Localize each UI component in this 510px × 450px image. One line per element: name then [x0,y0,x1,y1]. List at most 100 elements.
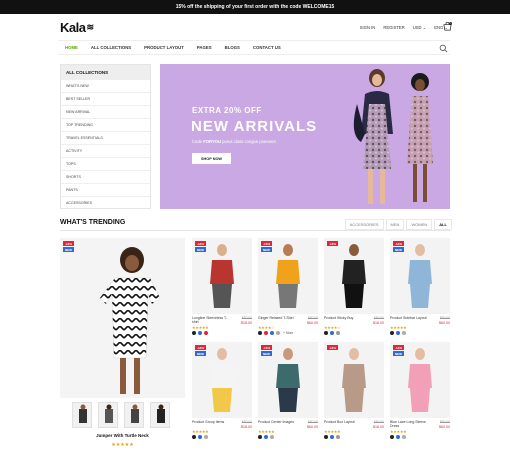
category-item-new-arrival[interactable]: NEW ARRIVAL [61,105,150,118]
color-swatch[interactable] [270,435,274,439]
nav-pages[interactable]: PAGES [197,45,212,50]
product-image[interactable]: -13% NEW [258,342,318,418]
product-image[interactable]: -13% NEW [390,342,450,418]
thumbnail[interactable] [150,402,170,428]
color-swatch[interactable] [204,435,208,439]
announcement-text: 15% off the shipping of your first order… [175,4,335,10]
color-swatch[interactable] [198,331,202,335]
color-swatch[interactable] [330,435,334,439]
color-swatch[interactable] [192,331,196,335]
product-image[interactable]: -13% NEW [192,238,252,314]
category-item-best-seller[interactable]: BEST SELLER [61,92,150,105]
color-swatch[interactable] [198,435,202,439]
hero-code: FORYOU [203,139,221,144]
thumbnail[interactable] [124,402,144,428]
tab-men[interactable]: MEN [385,219,405,230]
category-item-top-trending[interactable]: TOP TRENDING [61,118,150,131]
thumbnail[interactable] [72,402,92,428]
more-colors-link[interactable]: + More [283,331,293,335]
product-rating: ★★★★★ [390,429,407,434]
product-card[interactable]: -13% NEW Product Center Images $50.00 $6… [258,342,318,443]
hero-models-image [353,69,433,204]
category-item-pants[interactable]: PANTS [61,183,150,196]
product-card[interactable]: -13% NEW Longline Sleeveless T-shirt $50… [192,238,252,339]
color-swatch[interactable] [396,331,400,335]
color-swatch[interactable] [336,331,340,335]
color-swatch[interactable] [276,331,280,335]
color-swatch[interactable] [330,331,334,335]
nav-all-collections[interactable]: ALL COLLECTIONS [91,45,131,50]
product-image[interactable]: -13% NEW [258,238,318,314]
color-swatch[interactable] [270,331,274,335]
cart-icon[interactable]: 0 [443,22,452,31]
sale-badge: -13% [393,241,404,246]
category-item-activity[interactable]: ACTIVITY [61,144,150,157]
product-price: $18.00 [373,321,384,325]
currency-select[interactable]: USD ⌄ [413,25,427,30]
color-swatch[interactable] [402,331,406,335]
register-link[interactable]: REGISTER [383,25,404,30]
featured-product-name[interactable]: Jumper With Turtle Neck [60,433,185,438]
announcement-bar: 15% off the shipping of your first order… [0,0,510,14]
sign-in-link[interactable]: SIGN IN [360,25,376,30]
color-swatches [324,331,340,335]
product-card[interactable]: -13% NEW Blue Lace Long Sleeve Dress $50… [390,342,450,443]
product-name[interactable]: Product Group Items [192,420,230,424]
product-card[interactable]: -13% Product Sticky Buy $50.00 $18.00 ★★… [324,238,384,339]
product-card[interactable]: -13% NEW Ginger Relaxed T-Shirt $60.00 $… [258,238,318,339]
color-swatch[interactable] [324,435,328,439]
product-rating: ★★★★☆ [258,325,275,330]
sale-badge: -13% [261,345,272,350]
product-image[interactable]: -13% NEW [192,342,252,418]
color-swatch[interactable] [390,435,394,439]
product-card[interactable]: -13% Product Box Layout $50.00 $18.00 ★★… [324,342,384,443]
product-name[interactable]: Ginger Relaxed T-Shirt [258,316,296,320]
color-swatches [192,435,208,439]
product-card[interactable]: -13% NEW Product Sidebar Layout $50.00 $… [390,238,450,339]
product-name[interactable]: Product Sticky Buy [324,316,362,320]
color-swatch[interactable] [390,331,394,335]
color-swatch[interactable] [324,331,328,335]
product-old-price: $50.00 [307,420,318,424]
tab-all[interactable]: ALL [434,219,452,230]
color-swatch[interactable] [204,331,208,335]
product-image[interactable]: -13% [324,342,384,418]
thumbnail[interactable] [98,402,118,428]
featured-product-image[interactable]: -13% NEW [60,238,185,398]
hero-banner[interactable]: EXTRA 20% OFF NEW ARRIVALS Code FORYOU p… [160,64,450,209]
product-old-price: $50.00 [439,316,450,320]
color-swatch[interactable] [264,331,268,335]
product-card[interactable]: -13% NEW Product Group Items $50.00 $18.… [192,342,252,443]
category-item-tops[interactable]: TOPS [61,157,150,170]
nav-blogs[interactable]: BLOGS [225,45,240,50]
color-swatch[interactable] [396,435,400,439]
tab-accessories[interactable]: ACCESSORIES [344,219,384,230]
product-name[interactable]: Product Sidebar Layout [390,316,428,320]
product-image[interactable]: -13% [324,238,384,314]
product-image[interactable]: -13% NEW [390,238,450,314]
product-name[interactable]: Product Center Images [258,420,296,424]
color-swatch[interactable] [258,331,262,335]
tab-women[interactable]: WOMEN [406,219,433,230]
product-name[interactable]: Blue Lace Long Sleeve Dress [390,420,428,429]
category-item-whats-new[interactable]: WHAT'S NEW [61,79,150,92]
category-item-travel-essentials[interactable]: TRAVEL ESSENTIALS [61,131,150,144]
product-name[interactable]: Longline Sleeveless T-shirt [192,316,230,325]
category-sidebar: ALL COLLECTIONS WHAT'S NEW BEST SELLER N… [60,64,151,209]
product-name[interactable]: Product Box Layout [324,420,362,424]
color-swatch[interactable] [192,435,196,439]
search-icon[interactable] [439,44,448,53]
category-item-shorts[interactable]: SHORTS [61,170,150,183]
color-swatch[interactable] [402,435,406,439]
logo[interactable]: Kala≋ [60,20,94,35]
shop-now-button[interactable]: SHOP NOW [192,153,231,164]
nav-contact-us[interactable]: CONTACT US [253,45,281,50]
color-swatch[interactable] [336,435,340,439]
color-swatch[interactable] [264,435,268,439]
category-item-accessories[interactable]: ACCESSORIES [61,196,150,209]
nav-home[interactable]: HOME [65,45,78,50]
logo-text: Kala [60,20,86,35]
nav-product-layout[interactable]: PRODUCT LAYOUT [144,45,184,50]
hero-code-prefix: Code [192,139,203,144]
color-swatch[interactable] [258,435,262,439]
